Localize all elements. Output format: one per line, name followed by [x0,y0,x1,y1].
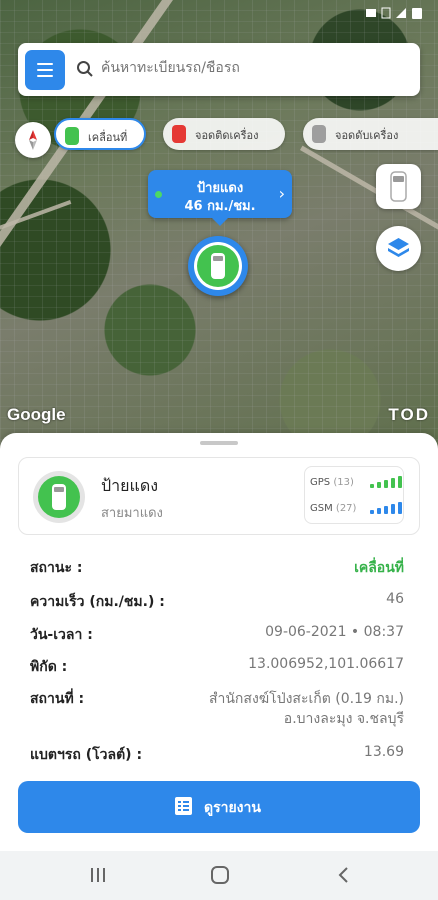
datetime-value: 09-06-2021 • 08:37 [265,624,404,640]
gsm-signal: GSM (27) [310,502,402,514]
gps-signal: GPS (13) [310,476,402,488]
bubble-speed: 46 กม./ชม. [184,199,256,214]
sheet-drag-handle[interactable] [200,441,238,445]
place-value: สำนักสงฆ์โป่งสะเก็ต (0.19 กม.) [208,691,404,707]
signal-status: GPS (13) GSM (27) [304,466,404,524]
search-input[interactable] [101,60,401,76]
status-label: สถานะ : [30,560,83,576]
back-icon[interactable] [334,866,354,884]
search-bar[interactable] [18,43,420,96]
datetime-label: วัน-เวลา : [30,627,93,643]
filter-chip-label: จอดดับเครื่อง [335,129,399,142]
vehicle-info-bubble[interactable]: ป้ายแดง 46 กม./ชม. › [148,170,292,226]
compass-button[interactable] [15,122,51,158]
status-value: เคลื่อนที่ [354,560,404,576]
filter-chip-idling[interactable]: จอดติดเครื่อง [163,118,285,150]
moving-status-dot [155,191,162,198]
battery-value: 13.69 [363,744,404,760]
search-icon [77,61,93,77]
view-report-button[interactable]: ดูรายงาน [18,781,420,833]
chevron-right-icon: › [278,184,285,203]
recent-apps-icon[interactable] [88,866,108,884]
filter-chip-parked[interactable]: จอดดับเครื่อง [303,118,438,150]
gps-count: (13) [333,477,354,488]
layers-icon [388,238,409,257]
vehicle-detail-sheet[interactable]: ป้ายแดง สายมาแดง GPS (13) GSM (27) สถานะ… [0,433,438,851]
filter-chip-label: จอดติดเครื่อง [195,129,259,142]
speed-value: 46 [386,591,404,607]
vehicle-line: สายมาแดง [101,506,163,521]
car-icon [65,127,79,145]
place-value-district: อ.บางละมุง จ.ชลบุรี [283,711,404,727]
status-icons [366,7,422,19]
vehicle-marker[interactable] [188,236,248,296]
place-label: สถานที่ : [30,691,85,707]
map-layers-button[interactable] [376,226,421,271]
view-report-label: ดูรายงาน [204,800,261,816]
speed-label: ความเร็ว (กม./ชม.) : [30,594,165,610]
gsm-signal-bars-icon [370,501,402,514]
vehicle-view-button[interactable] [376,164,421,209]
report-icon [175,797,192,815]
home-icon[interactable] [210,866,230,884]
car-icon [52,484,66,510]
vehicle-avatar [33,471,85,523]
system-nav-bar [0,851,438,900]
gsm-label: GSM [310,503,333,514]
car-icon [211,253,225,279]
gps-signal-bars-icon [370,475,402,488]
menu-button[interactable] [25,50,65,90]
map-view[interactable]: เคลื่อนที่ จอดติดเครื่อง จอดดับเครื่อง ป… [0,0,438,450]
gsm-count: (27) [335,503,357,514]
car-icon [172,125,186,143]
battery-label: แบตฯรถ (โวลต์) : [30,747,143,763]
coords-label: พิกัด : [30,659,68,675]
status-bar [0,0,438,28]
filter-chip-moving[interactable]: เคลื่อนที่ [54,118,146,150]
car-icon [312,125,326,143]
vehicle-name: ป้ายแดง [101,476,159,495]
vehicle-card: ป้ายแดง สายมาแดง GPS (13) GSM (27) [18,457,420,535]
coords-value: 13.006952,101.06617 [248,656,404,672]
filter-chip-label: เคลื่อนที่ [88,131,128,144]
map-road [0,200,72,273]
compass-icon [29,130,37,150]
gps-label: GPS [310,477,331,488]
car-icon [390,171,407,202]
google-logo: Google [7,405,66,424]
provider-logo: TOD [388,405,430,424]
